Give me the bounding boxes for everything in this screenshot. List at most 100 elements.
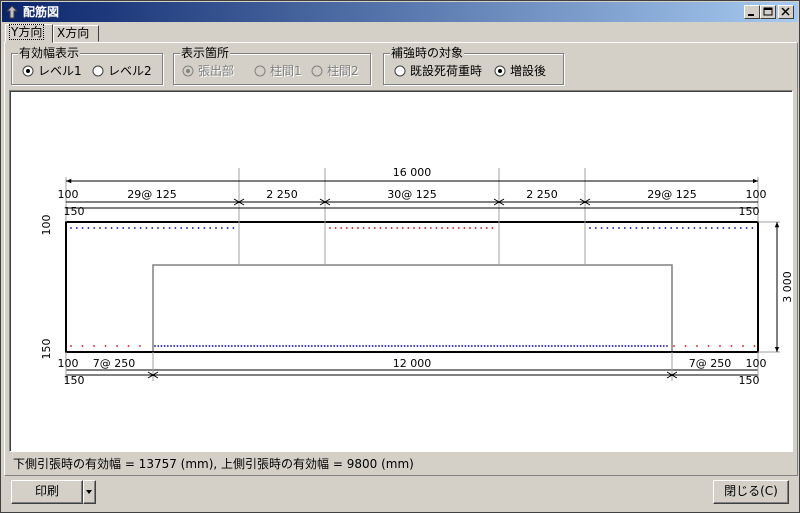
maximize-icon (763, 7, 773, 16)
rebar-dot (670, 227, 673, 229)
rebar-dot (157, 345, 160, 347)
title-bar[interactable]: 配筋図 (2, 2, 798, 22)
rebar-dot (646, 345, 649, 347)
rebar-dot (705, 227, 707, 229)
rebar-dot (215, 227, 217, 229)
rebar-dot (379, 227, 382, 229)
rebar-dot (333, 345, 336, 347)
rebar-dot (598, 345, 601, 347)
rebar-dot (211, 345, 214, 347)
radio-level2[interactable]: レベル2 (92, 64, 152, 78)
rebar-dot (221, 345, 224, 347)
rebar-dot (751, 227, 754, 229)
rebar-dot (547, 345, 550, 347)
dim-bottom-sub-right: 150 (739, 374, 760, 387)
rebar-dot (390, 345, 393, 347)
rebar-dot (429, 345, 432, 347)
maximize-button[interactable] (760, 5, 776, 19)
rebar-dot (406, 345, 409, 347)
rebar-dot (232, 227, 235, 229)
rebar-dot (122, 227, 125, 229)
tab-x-direction[interactable]: X方向 (53, 25, 99, 42)
rebar-dot (278, 345, 281, 347)
dim-bottom-middle-span: 12 000 (393, 357, 432, 370)
rebar-dot (378, 345, 380, 347)
rebar-dot (336, 345, 339, 347)
radio-existing-dead-load[interactable]: 既設死荷重時 (394, 64, 482, 78)
rebar-dot (403, 345, 406, 347)
rebar-dot (234, 345, 236, 347)
rebar-dot (127, 345, 130, 347)
rebar-dot (614, 345, 617, 347)
rebar-dot (397, 345, 400, 347)
rebar-dot (544, 345, 547, 347)
rebar-dot (676, 227, 678, 229)
rebar-dot (722, 227, 725, 229)
radio-span2[interactable]: 柱間2 (311, 64, 359, 78)
rebar-dot (154, 345, 156, 347)
rebar-dot (554, 345, 556, 347)
rebar-dot (416, 345, 419, 347)
rebar-dot (612, 227, 615, 229)
rebar-dot (463, 227, 466, 229)
rebar-dot (104, 345, 107, 347)
print-button[interactable]: 印刷 (11, 480, 83, 504)
dim-top-gap-left: 2 250 (266, 188, 298, 201)
tab-y-direction[interactable]: Y方向 (5, 24, 53, 43)
rebar-dot (70, 345, 72, 347)
rebar-dot (452, 227, 455, 229)
rebar-dot (162, 227, 165, 229)
rebar-dot (438, 345, 441, 347)
rebar-dot (387, 345, 390, 347)
rebar-dot (566, 345, 569, 347)
rebar-dot (716, 227, 719, 229)
rebar-dot (262, 345, 265, 347)
rebar-dot (445, 345, 448, 347)
rebar-dot (600, 227, 603, 229)
rebar-dot (474, 227, 477, 229)
rebar-dot (176, 345, 179, 347)
rebar-dot (160, 345, 163, 347)
rebar-drawing: 16 000 100 29@ 125 2 250 30@ 125 2 250 2… (40, 166, 792, 387)
rebar-dot (163, 345, 166, 347)
rebar-dot (446, 227, 449, 229)
rebar-dot (693, 227, 696, 229)
effective-width-legend: 有効幅表示 (18, 46, 81, 60)
dim-height: 3 000 (781, 271, 792, 303)
rebar-dot (576, 345, 579, 347)
rebar-dot (611, 345, 614, 347)
rebar-dot (390, 227, 393, 229)
rebar-dot (710, 227, 713, 229)
rebar-dot (352, 345, 355, 347)
rebar-dot (429, 227, 432, 229)
radio-level1[interactable]: レベル1 (22, 64, 82, 78)
rebar-dot (621, 345, 624, 347)
close-button[interactable]: 閉じる(C) (713, 480, 789, 504)
minimize-button[interactable] (744, 5, 760, 19)
radio-overhang[interactable]: 張出部 (182, 64, 234, 78)
rebar-dot (582, 345, 585, 347)
radio-span1[interactable]: 柱間1 (254, 64, 302, 78)
rebar-dot (550, 345, 553, 347)
app-icon (5, 5, 19, 19)
rebar-dot (502, 345, 505, 347)
dim-top-left-edge: 100 (58, 188, 79, 201)
rebar-dot (385, 227, 387, 229)
radio-after-extension[interactable]: 増設後 (494, 64, 546, 78)
rebar-dot (170, 345, 172, 347)
rebar-dot (608, 345, 611, 347)
rebar-dot (70, 227, 72, 229)
rebar-dot (469, 227, 471, 229)
rebar-dot (320, 345, 323, 347)
print-menu-button[interactable] (83, 480, 96, 504)
rebar-dot (656, 345, 659, 347)
close-window-button[interactable] (778, 5, 794, 19)
rebar-dot (334, 227, 337, 229)
rebar-dot (250, 345, 252, 347)
rebar-dot (592, 345, 595, 347)
rebar-dot (396, 227, 399, 229)
rebar-dot (368, 227, 371, 229)
rebar-dot (205, 345, 208, 347)
rebar-dot (673, 345, 675, 347)
rebar-dot (586, 345, 588, 347)
